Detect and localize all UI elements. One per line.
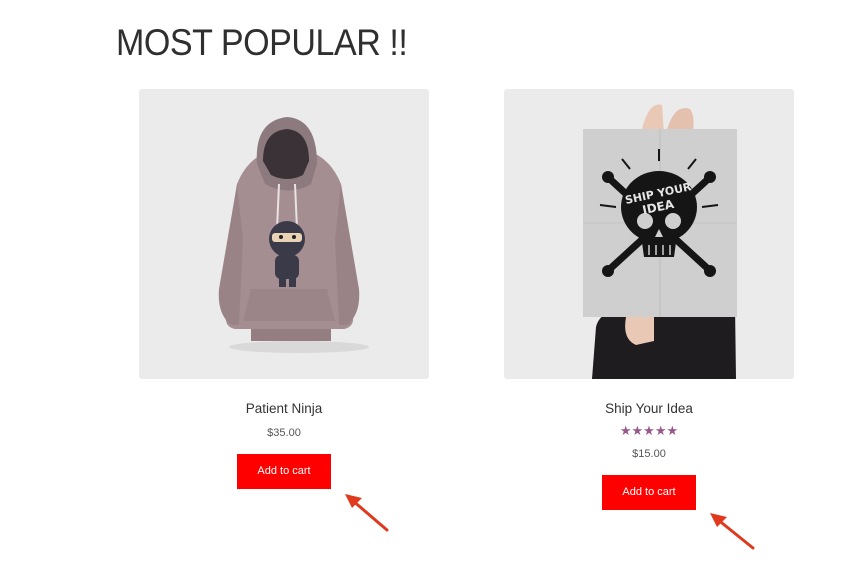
product-price: $15.00 — [632, 448, 666, 460]
product-card-patient-ninja: Patient Ninja $35.00 Add to cart — [139, 89, 429, 489]
hoodie-image — [218, 117, 369, 353]
product-card-ship-your-idea: SHIP YOUR IDEA Ship Your Idea ★★★★★ $15.… — [504, 89, 794, 510]
arrow-icon — [345, 494, 389, 532]
star-rating: ★★★★★ — [619, 423, 679, 438]
product-name[interactable]: Ship Your Idea — [504, 401, 794, 416]
product-image-patient-ninja[interactable] — [139, 89, 429, 379]
product-image-ship-your-idea[interactable]: SHIP YOUR IDEA — [504, 89, 794, 379]
product-name[interactable]: Patient Ninja — [139, 401, 429, 416]
product-price: $35.00 — [267, 427, 301, 439]
arrow-icon — [710, 513, 755, 550]
add-to-cart-button[interactable]: Add to cart — [602, 475, 696, 510]
section-title: MOST POPULAR !! — [116, 22, 408, 63]
add-to-cart-button[interactable]: Add to cart — [237, 454, 331, 489]
poster-image: SHIP YOUR IDEA — [583, 104, 737, 379]
